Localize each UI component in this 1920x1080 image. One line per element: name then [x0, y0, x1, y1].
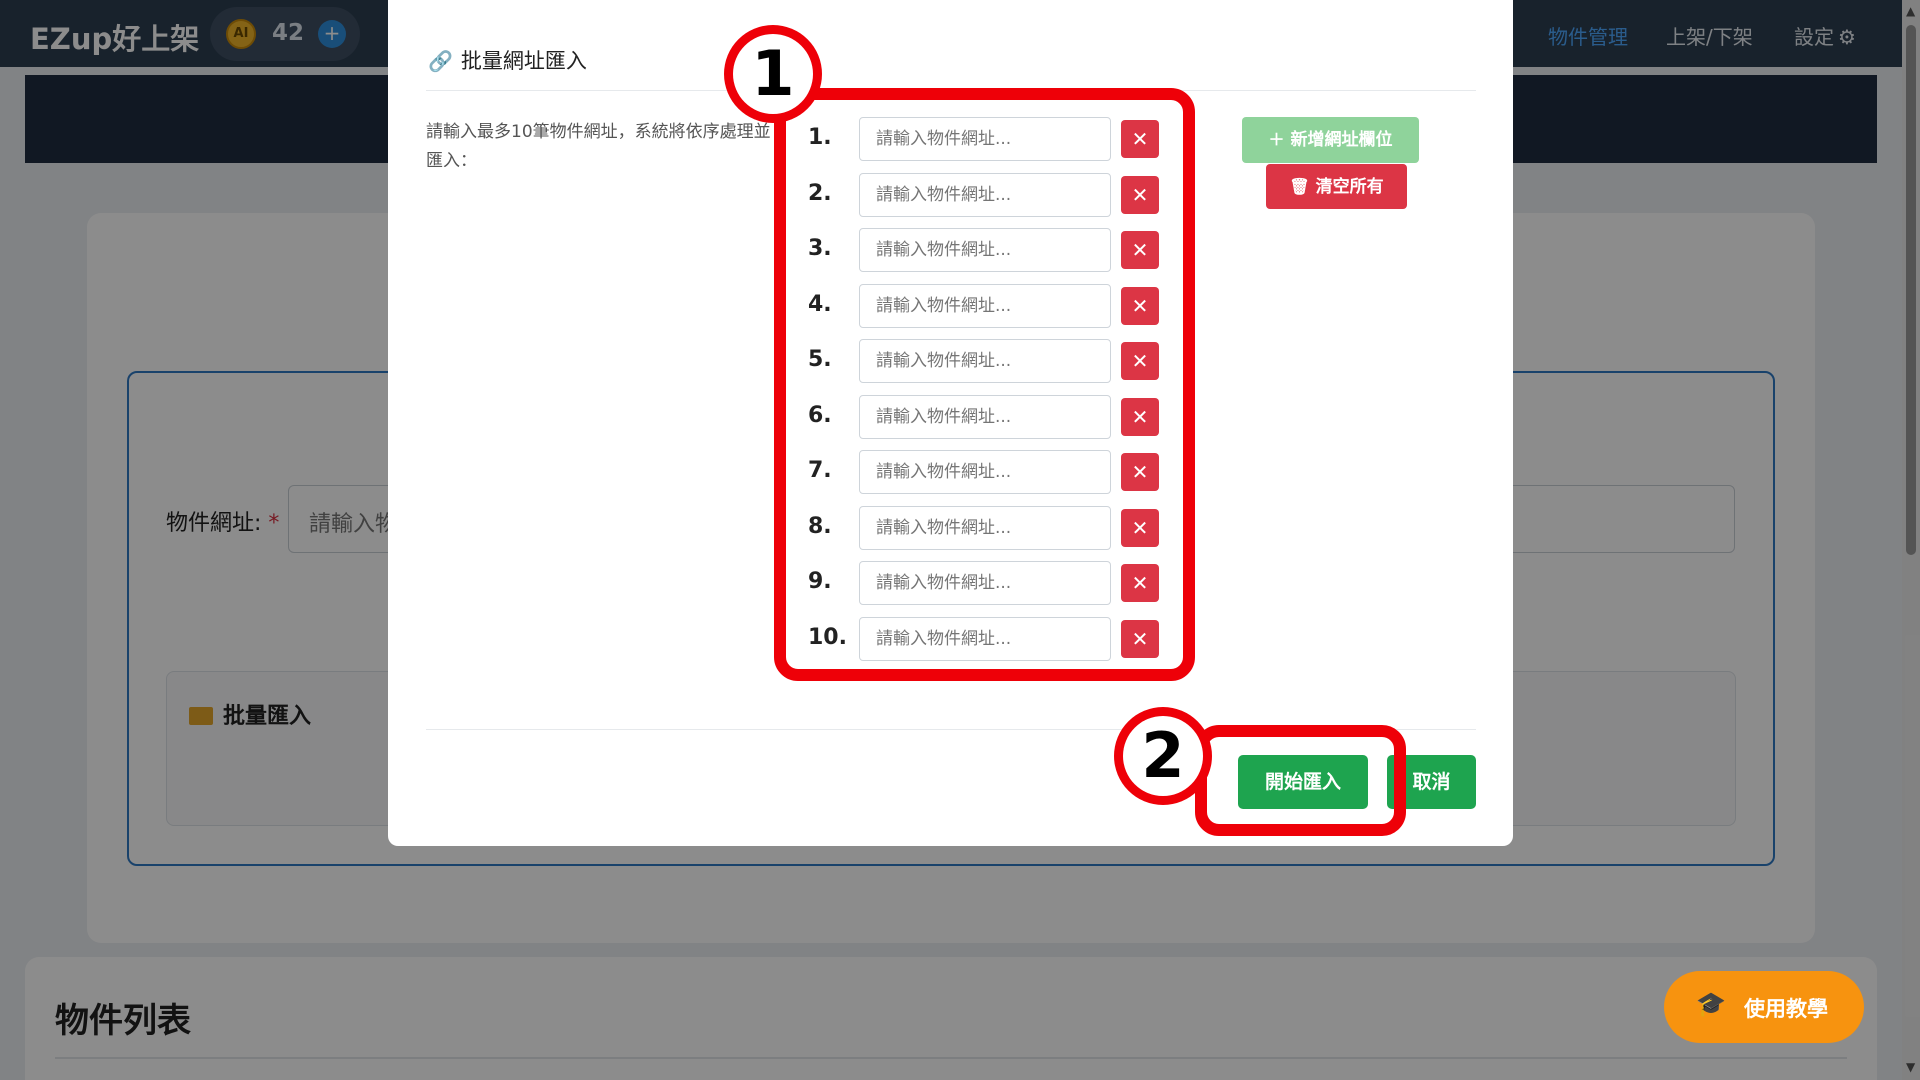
modal-description: 請輸入最多10筆物件網址，系統將依序處理並匯入：: [426, 122, 771, 171]
annotation-badge-1-number: 1: [751, 37, 795, 110]
add-url-field-button[interactable]: ＋ 新增網址欄位: [1242, 117, 1419, 163]
tutorial-button[interactable]: 🎓 使用教學: [1664, 971, 1864, 1043]
modal-title: 🔗 批量網址匯入: [428, 45, 587, 75]
annotation-badge-1: 1: [724, 25, 822, 123]
graduation-cap-icon: 🎓: [1696, 990, 1726, 1018]
clear-all-label: 清空所有: [1315, 177, 1384, 197]
tutorial-button-label: 使用教學: [1744, 997, 1828, 1021]
annotation-badge-2: 2: [1114, 707, 1212, 805]
annotation-highlight-url-list: [774, 88, 1195, 681]
modal-title-text: 批量網址匯入: [460, 49, 587, 73]
clear-all-button[interactable]: 🗑 清空所有: [1266, 164, 1407, 209]
link-icon: 🔗: [428, 49, 453, 73]
plus-icon: ＋: [1268, 130, 1285, 149]
add-url-field-label: 新增網址欄位: [1290, 130, 1393, 150]
annotation-highlight-start-button: [1195, 725, 1406, 836]
trash-icon: 🗑: [1289, 177, 1310, 196]
annotation-badge-2-number: 2: [1141, 719, 1185, 792]
